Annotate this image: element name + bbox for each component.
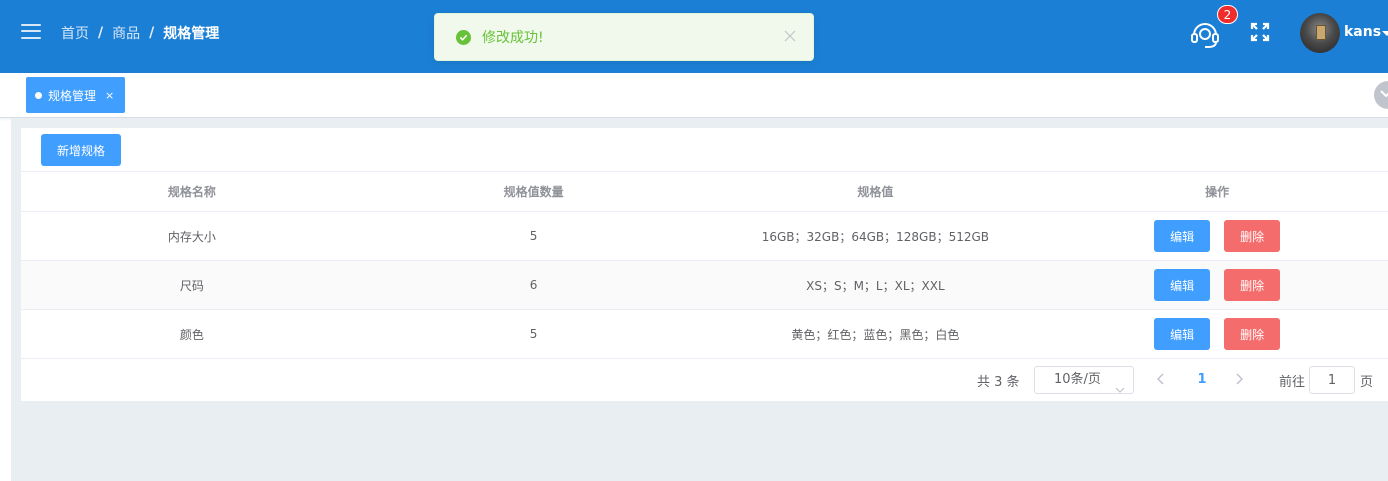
column-header-actions: 操作 [1205,185,1230,199]
chevron-down-icon [1115,377,1125,403]
tab-close-icon[interactable]: × [105,89,114,102]
username[interactable]: kans [1344,24,1381,40]
column-header-name: 规格名称 [167,185,216,199]
breadcrumb-current: 规格管理 [163,26,220,42]
success-toast: 修改成功! [434,13,814,61]
column-header-values: 规格值 [857,185,894,199]
cell-actions: 编辑 删除 [1046,220,1388,252]
next-page-icon[interactable] [1235,373,1244,388]
check-circle-icon [456,29,471,45]
table-row: 尺码 6 XS；S；M；L；XL；XXL 编辑 删除 [21,261,1388,310]
breadcrumb-home[interactable]: 首页 [61,23,89,43]
cell-spec-name: 颜色 [179,327,204,342]
cell-spec-count: 5 [529,229,538,243]
tab-label: 规格管理 [48,88,97,103]
edit-button[interactable]: 编辑 [1154,220,1211,252]
column-header-count: 规格值数量 [503,185,564,199]
goto-suffix: 页 [1360,375,1374,390]
avatar[interactable] [1300,13,1340,53]
active-dot [35,91,42,99]
table-header: 规格名称 规格值数量 规格值 操作 [21,171,1388,212]
cell-spec-values: 16GB；32GB；64GB；128GB；512GB [761,229,990,244]
breadcrumb-separator: / [98,25,104,41]
cell-actions: 编辑 删除 [1046,318,1388,350]
cell-spec-values: XS；S；M；L；XL；XXL [806,278,945,293]
spec-table: 规格名称 规格值数量 规格值 操作 内存大小 5 16GB；32GB；64GB；… [21,171,1388,359]
cell-spec-name: 内存大小 [167,229,216,244]
prev-page-icon[interactable] [1156,373,1165,388]
delete-button[interactable]: 删除 [1224,220,1281,252]
page-size-select[interactable]: 10条/页 [1034,366,1134,394]
breadcrumb-goods[interactable]: 商品 [112,23,140,43]
tags-view-bar: 规格管理 × [0,73,1388,118]
breadcrumb-separator: / [149,25,155,41]
hamburger-icon[interactable] [21,23,41,40]
goto-label: 前往 [1279,375,1306,390]
page-size-value: 10条/页 [1054,372,1101,387]
cell-spec-values: 黄色；红色；蓝色；黑色；白色 [791,327,960,342]
chevron-down-icon[interactable] [1382,31,1388,36]
delete-button[interactable]: 删除 [1224,318,1281,350]
cell-spec-name: 尺码 [179,278,204,293]
cell-actions: 编辑 删除 [1046,269,1388,301]
edit-button[interactable]: 编辑 [1154,269,1211,301]
cell-spec-count: 5 [529,327,538,341]
tab-spec-management[interactable]: 规格管理 × [26,77,125,113]
cell-spec-count: 6 [529,278,538,292]
table-row: 内存大小 5 16GB；32GB；64GB；128GB；512GB 编辑 删除 [21,212,1388,261]
fullscreen-icon[interactable] [1250,22,1270,42]
goto-page-input[interactable] [1309,366,1355,394]
edit-button[interactable]: 编辑 [1154,318,1211,350]
notification-badge: 2 [1217,5,1238,24]
delete-button[interactable]: 删除 [1224,269,1281,301]
toast-message: 修改成功! [482,30,544,46]
add-spec-button[interactable]: 新增规格 [41,134,121,166]
headset-icon[interactable] [1188,17,1222,51]
pagination-total: 共 3 条 [977,375,1020,390]
breadcrumb: 首页 / 商品 / 规格管理 [61,23,219,43]
close-icon[interactable] [784,30,796,42]
page-number-current[interactable]: 1 [1193,366,1211,394]
table-row: 颜色 5 黄色；红色；蓝色；黑色；白色 编辑 删除 [21,310,1388,359]
